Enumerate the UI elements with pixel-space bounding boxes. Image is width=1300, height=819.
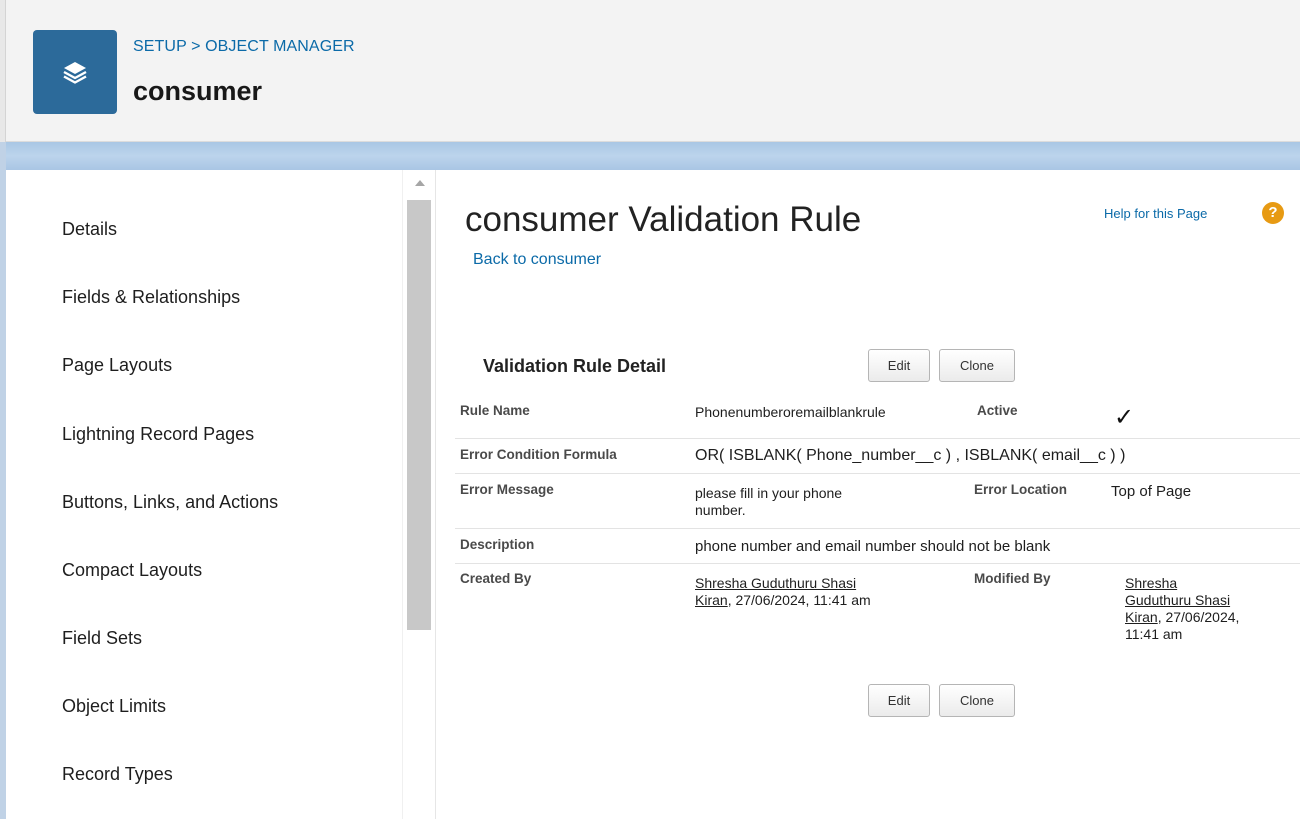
row-divider: [455, 563, 1300, 564]
header-band: [0, 142, 1300, 170]
modified-by-user-link[interactable]: Shresha: [1125, 575, 1177, 591]
sidebar-item-record-types[interactable]: Record Types: [62, 764, 173, 785]
help-for-page-link[interactable]: Help for this Page: [1104, 206, 1207, 221]
sidebar: Details Fields & Relationships Page Layo…: [6, 170, 402, 819]
created-by-label: Created By: [460, 571, 532, 586]
error-message-line-1: please fill in your phone: [695, 485, 843, 501]
created-by-line-1: Shresha Guduthuru Shasi: [695, 575, 856, 592]
section-title: Validation Rule Detail: [483, 356, 667, 376]
modified-by-user-link-cont[interactable]: Guduthuru Shasi: [1125, 592, 1230, 608]
modified-by-line-1: Shresha: [1125, 575, 1177, 592]
scrollbar-thumb[interactable]: [407, 200, 431, 630]
sidebar-item-fields-relationships[interactable]: Fields & Relationships: [62, 287, 240, 308]
error-location-value: Top of Page: [1111, 483, 1192, 500]
row-divider: [455, 473, 1300, 474]
description-label: Description: [460, 537, 535, 552]
created-by-user-link[interactable]: Shresha Guduthuru Shasi: [695, 575, 856, 591]
sidebar-item-page-layouts[interactable]: Page Layouts: [62, 355, 172, 376]
sidebar-item-buttons-links-actions[interactable]: Buttons, Links, and Actions: [62, 492, 278, 513]
clone-button-bottom[interactable]: Clone: [939, 684, 1015, 717]
edit-button-top[interactable]: Edit: [868, 349, 930, 382]
sidebar-scrollbar[interactable]: [402, 170, 436, 819]
error-location-label: Error Location: [974, 482, 1068, 497]
modified-by-label: Modified By: [974, 571, 1051, 586]
clone-button-top[interactable]: Clone: [939, 349, 1015, 382]
object-header: SETUP > OBJECT MANAGER consumer: [0, 0, 1300, 142]
header-edge: [0, 0, 6, 142]
modified-by-line-3: Kiran, 27/06/2024,: [1125, 609, 1239, 626]
rule-name-label: Rule Name: [460, 403, 530, 418]
scroll-up-arrow-icon[interactable]: [415, 180, 425, 186]
row-divider: [455, 528, 1300, 529]
breadcrumb-setup[interactable]: SETUP: [133, 38, 187, 55]
modified-by-date: , 27/06/2024,: [1157, 609, 1240, 625]
breadcrumb: SETUP > OBJECT MANAGER: [133, 38, 355, 56]
help-icon[interactable]: ?: [1262, 202, 1284, 224]
modified-by-line-2: Guduthuru Shasi: [1125, 592, 1230, 609]
page-title: consumer Validation Rule: [465, 200, 862, 239]
sidebar-item-field-sets[interactable]: Field Sets: [62, 628, 142, 649]
error-message-label: Error Message: [460, 482, 554, 497]
edit-button-bottom[interactable]: Edit: [868, 684, 930, 717]
modified-by-time: 11:41 am: [1125, 626, 1183, 642]
sidebar-item-object-limits[interactable]: Object Limits: [62, 696, 166, 717]
formula-label: Error Condition Formula: [460, 447, 617, 462]
created-by-date: , 27/06/2024, 11:41 am: [727, 592, 871, 608]
error-message-line-2: number.: [695, 502, 746, 518]
formula-value: OR( ISBLANK( Phone_number__c ) , ISBLANK…: [695, 447, 1126, 464]
object-title: consumer: [133, 76, 263, 106]
active-label: Active: [977, 403, 1018, 418]
sidebar-item-lightning-record-pages[interactable]: Lightning Record Pages: [62, 424, 254, 445]
layers-icon: [33, 30, 117, 114]
modified-by-user-link-end[interactable]: Kiran: [1125, 609, 1158, 625]
breadcrumb-object-manager[interactable]: OBJECT MANAGER: [205, 38, 355, 55]
rule-name-value: Phonenumberoremailblankrule: [695, 404, 886, 420]
breadcrumb-separator: >: [191, 38, 201, 55]
back-to-consumer-link[interactable]: Back to consumer: [473, 251, 601, 269]
created-by-user-link-cont[interactable]: Kiran: [695, 592, 728, 608]
sidebar-item-details[interactable]: Details: [62, 219, 117, 240]
row-divider: [455, 438, 1300, 439]
description-value: phone number and email number should not…: [695, 538, 1051, 555]
created-by-line-2: Kiran, 27/06/2024, 11:41 am: [695, 592, 871, 609]
sidebar-item-compact-layouts[interactable]: Compact Layouts: [62, 560, 202, 581]
active-checkmark-icon: ✓: [1114, 404, 1135, 431]
